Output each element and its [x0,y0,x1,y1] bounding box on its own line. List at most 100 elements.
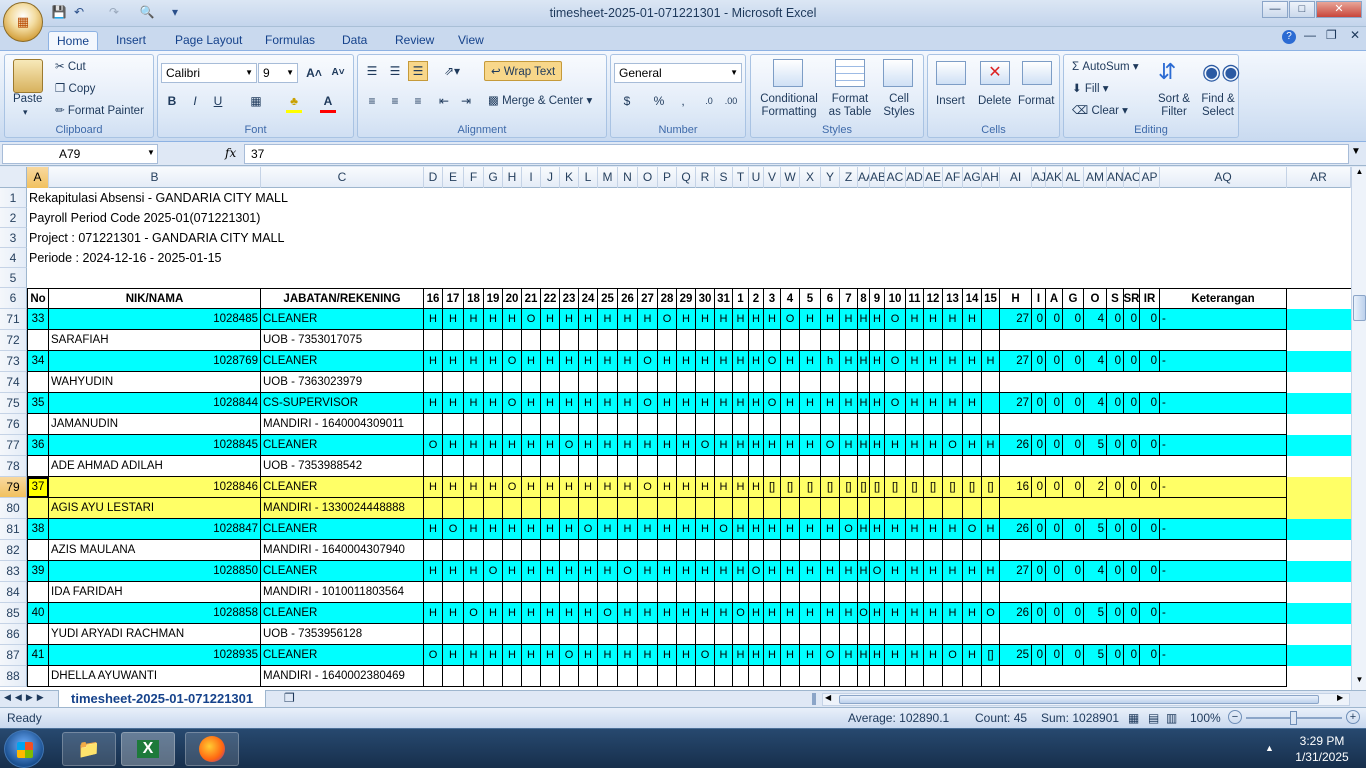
employee-account-cell[interactable]: MANDIRI - 1330024448888 [261,498,424,519]
day-cell-empty[interactable] [677,456,696,477]
summary-empty-cell[interactable] [1000,372,1287,393]
day-cell-empty[interactable] [963,330,982,351]
table-header-cell[interactable]: 31 [715,289,733,309]
employee-name-cell[interactable]: YUDI ARYADI RACHMAN [49,624,261,645]
day-cell[interactable]: H [522,603,541,624]
day-cell-empty[interactable] [541,540,560,561]
table-header-cell[interactable]: NIK/NAMA [49,289,261,309]
formula-input[interactable]: 37 [244,144,1349,164]
summary-empty-cell[interactable] [1000,624,1287,645]
day-cell-empty[interactable] [870,330,885,351]
day-cell[interactable]: O [503,477,522,498]
day-cell[interactable]: H [885,561,906,582]
conditional-formatting-button[interactable]: Conditional Formatting [755,93,823,119]
day-cell-empty[interactable] [696,330,715,351]
summary-g-cell[interactable]: 0 [1063,435,1084,456]
employee-position-cell[interactable]: CS-SUPERVISOR [261,393,424,414]
day-cell-empty[interactable] [982,330,1000,351]
day-cell-empty[interactable] [598,372,618,393]
day-cell-empty[interactable] [715,330,733,351]
day-cell-empty[interactable] [764,330,781,351]
day-cell[interactable]: H [764,561,781,582]
table-header-cell[interactable]: JABATAN/REKENING [261,289,424,309]
day-cell[interactable]: H [906,351,924,372]
column-header-u[interactable]: U [749,167,764,188]
day-cell-empty[interactable] [963,456,982,477]
day-cell[interactable]: H [885,603,906,624]
day-cell-empty[interactable] [858,498,870,519]
summary-i-cell[interactable]: 0 [1032,309,1046,330]
day-cell-empty[interactable] [522,582,541,603]
day-cell[interactable]: H [858,435,870,456]
day-cell[interactable]: H [464,435,484,456]
day-cell[interactable]: H [781,435,800,456]
summary-h-cell[interactable]: 26 [1000,435,1032,456]
fx-icon[interactable]: fx [225,146,236,160]
day-cell-empty[interactable] [870,498,885,519]
column-header-a[interactable]: A [27,167,49,188]
day-cell[interactable]: H [598,477,618,498]
table-header-cell[interactable]: No [27,289,49,309]
day-cell-empty[interactable] [618,372,638,393]
day-cell[interactable]: H [618,435,638,456]
day-cell[interactable]: H [749,519,764,540]
day-cell-empty[interactable] [677,666,696,687]
summary-s-cell[interactable]: 0 [1107,519,1124,540]
day-cell-empty[interactable] [800,330,821,351]
day-cell[interactable]: O [715,519,733,540]
day-cell[interactable]: H [638,603,658,624]
day-cell-empty[interactable] [858,624,870,645]
summary-o-cell[interactable]: 4 [1084,309,1107,330]
cut-button[interactable]: ✂ Cut [55,59,86,73]
day-cell[interactable]: O [943,435,963,456]
table-header-cell[interactable]: 8 [858,289,870,309]
summary-sr-cell[interactable]: 0 [1124,351,1140,372]
day-cell[interactable]: H [598,561,618,582]
employee-no-cell[interactable]: 34 [27,351,49,372]
row-header[interactable]: 87 [0,645,27,666]
day-cell[interactable]: O [443,519,464,540]
day-cell-empty[interactable] [885,498,906,519]
day-cell[interactable]: H [840,309,858,330]
column-header-an[interactable]: AN [1107,167,1124,188]
day-cell-empty[interactable] [749,540,764,561]
day-cell-empty[interactable] [924,456,943,477]
day-cell[interactable]: O [885,309,906,330]
day-cell-empty[interactable] [658,624,677,645]
table-header-cell[interactable]: 11 [906,289,924,309]
day-cell-empty[interactable] [560,582,579,603]
maximize-button[interactable]: □ [1289,1,1315,18]
day-cell[interactable]: O [424,645,443,666]
day-cell[interactable]: H [541,603,560,624]
ribbon-minimize-icon[interactable]: — [1304,28,1316,42]
day-cell[interactable]: H [764,309,781,330]
summary-empty-cell[interactable] [1000,498,1287,519]
day-cell-empty[interactable] [560,414,579,435]
summary-empty-cell[interactable] [1000,330,1287,351]
find-select-button[interactable]: Find & Select [1196,93,1240,119]
table-header-cell[interactable]: 30 [696,289,715,309]
day-cell[interactable]: H [443,603,464,624]
table-header-cell[interactable]: I [1032,289,1046,309]
day-cell-empty[interactable] [800,498,821,519]
day-cell-empty[interactable] [677,582,696,603]
sheet-tab-active[interactable]: timesheet-2025-01-071221301 [58,690,267,708]
employee-nik-cell[interactable]: 1028846 [49,477,261,498]
day-cell-empty[interactable] [858,414,870,435]
day-cell[interactable]: H [464,561,484,582]
row-header[interactable]: 81 [0,519,27,540]
row-header[interactable]: 76 [0,414,27,435]
day-cell-empty[interactable] [924,372,943,393]
day-cell[interactable]: H [464,477,484,498]
summary-i-cell[interactable]: 0 [1032,519,1046,540]
day-cell-empty[interactable] [870,666,885,687]
day-cell[interactable]: H [484,435,503,456]
row-header[interactable]: 5 [0,268,27,288]
scroll-down-icon[interactable]: ▼ [1353,675,1366,687]
day-cell-empty[interactable] [749,666,764,687]
summary-h-cell[interactable]: 16 [1000,477,1032,498]
day-cell[interactable]: [] [764,477,781,498]
day-cell[interactable]: O [638,351,658,372]
table-header-cell[interactable]: 10 [885,289,906,309]
day-cell-empty[interactable] [579,666,598,687]
